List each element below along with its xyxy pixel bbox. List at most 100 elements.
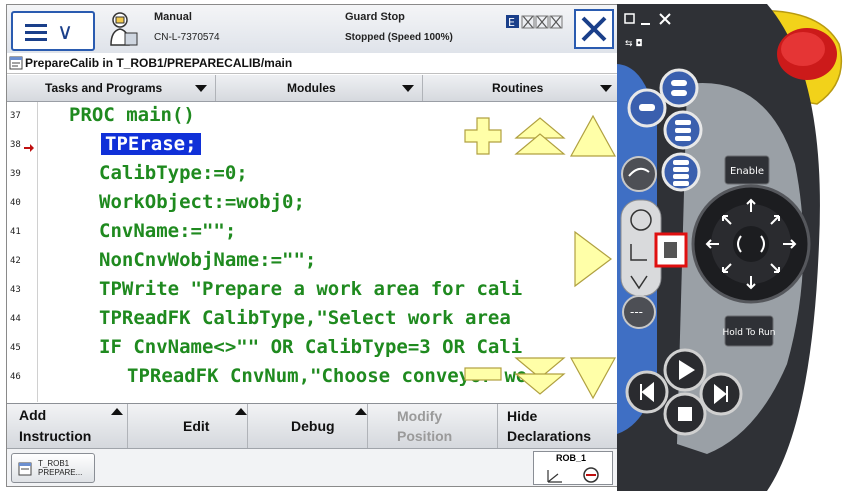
code-text: WorkObject:=wobj0; <box>99 191 305 213</box>
code-line[interactable]: 39 CalibType:=0; <box>7 160 618 189</box>
select-mechanical-unit-key[interactable] <box>621 156 657 192</box>
line-number: 45 <box>10 343 21 353</box>
modules-label: Modules <box>287 81 336 95</box>
line-number: 41 <box>10 227 21 237</box>
line-number: 44 <box>10 314 21 324</box>
scroll-right-icon[interactable] <box>573 230 613 288</box>
taskbar-item-program-editor[interactable]: T_ROB1 PREPARE... <box>11 453 95 483</box>
breadcrumb-text: PrepareCalib in T_ROB1/PREPARECALIB/main <box>25 56 293 70</box>
svg-text:⇆ ◘: ⇆ ◘ <box>625 39 643 49</box>
controller-id: CN-L-7370574 <box>154 32 220 43</box>
menu-icon <box>25 24 47 45</box>
routines-label: Routines <box>492 81 544 95</box>
add-instruction-label-1: Add <box>19 407 47 423</box>
programmable-key-1[interactable] <box>627 88 667 128</box>
line-number: 43 <box>10 285 21 295</box>
operating-mode: Manual <box>154 11 192 23</box>
line-number: 37 <box>10 111 21 121</box>
line-number: 40 <box>10 198 21 208</box>
code-line[interactable]: 44 TPReadFK CalibType,"Select work area <box>7 305 618 334</box>
flexpendant-screen: ∨ Manual CN-L-7370574 Guard Stop Stopped… <box>6 4 619 487</box>
modify-position-label-2: Position <box>397 428 453 444</box>
zoom-in-icon[interactable] <box>463 116 503 156</box>
menu-up-arrow-icon <box>235 408 247 415</box>
menu-up-arrow-icon <box>355 408 367 415</box>
add-instruction-button[interactable]: Add Instruction <box>7 404 128 448</box>
edit-button[interactable]: Edit <box>127 404 248 448</box>
code-text: CalibType:=0; <box>99 162 248 184</box>
code-text: NonCnvWobjName:=""; <box>99 249 317 271</box>
abb-menu-button[interactable]: ∨ <box>11 11 95 51</box>
selected-code-text: TPErase; <box>101 133 201 155</box>
start-button[interactable] <box>663 348 707 392</box>
task-name: T_ROB1 <box>38 459 70 468</box>
coordinate-system-icon <box>547 467 599 483</box>
program-editor-icon <box>9 56 23 70</box>
emergency-stop-button[interactable] <box>777 28 837 80</box>
code-text: TPReadFK CalibType,"Select work area <box>99 307 511 329</box>
zoom-out-icon[interactable] <box>463 360 503 388</box>
module-name: PREPARE... <box>38 468 83 477</box>
navigation-dropdowns: Tasks and Programs Modules Routines <box>7 75 618 102</box>
code-text: TPWrite "Prepare a work area for cali <box>99 278 523 300</box>
code-text: IF CnvName<>"" OR CalibType=3 OR Cali <box>99 336 523 358</box>
enable-label: Enable <box>730 166 764 177</box>
edit-label: Edit <box>183 418 210 434</box>
debug-button[interactable]: Debug <box>247 404 368 448</box>
line-number: 42 <box>10 256 21 266</box>
scroll-down-icon[interactable] <box>569 356 617 400</box>
menu-up-arrow-icon <box>111 408 123 415</box>
stop-button[interactable] <box>663 392 707 436</box>
scroll-up-icon[interactable] <box>569 114 617 158</box>
tasks-and-programs-dropdown[interactable]: Tasks and Programs <box>7 75 216 101</box>
taskbar: T_ROB1 PREPARE... ROB_1 <box>7 448 618 486</box>
hide-declarations-label-2: Declarations <box>507 428 592 444</box>
program-editor-menu: Add Instruction Edit Debug Modify Positi… <box>7 403 618 448</box>
robot-operator-icon <box>110 12 138 46</box>
mechanical-unit-label: ROB_1 <box>556 453 587 463</box>
step-backward-button[interactable] <box>625 370 669 414</box>
line-number: 39 <box>10 169 21 179</box>
code-line[interactable]: 41 CnvName:=""; <box>7 218 618 247</box>
routines-dropdown[interactable]: Routines <box>422 75 618 101</box>
modify-position-button[interactable]: Modify Position <box>367 404 498 448</box>
line-number: 38 <box>10 140 21 150</box>
code-text: CnvName:=""; <box>99 220 237 242</box>
code-line[interactable]: 40 WorkObject:=wobj0; <box>7 189 618 218</box>
modules-dropdown[interactable]: Modules <box>215 75 423 101</box>
quickset-mechanical-unit-button[interactable]: ROB_1 <box>533 451 613 485</box>
svg-text:E: E <box>508 16 515 29</box>
program-state: Stopped (Speed 100%) <box>345 32 453 43</box>
key-icon <box>664 242 677 258</box>
code-line[interactable]: 43 TPWrite "Prepare a work area for cali <box>7 276 618 305</box>
chevron-down-icon: ∨ <box>57 19 74 44</box>
dropdown-arrow-icon <box>600 85 612 92</box>
program-pointer-arrow-icon <box>24 144 34 152</box>
modify-position-label-1: Modify <box>397 408 443 424</box>
hide-declarations-label-1: Hide <box>507 408 538 424</box>
add-instruction-label-2: Instruction <box>19 428 92 444</box>
scroll-page-up-icon[interactable] <box>514 116 566 156</box>
increment-key[interactable]: --- <box>622 295 656 329</box>
hold-to-run-label: Hold To Run <box>723 328 776 338</box>
dropdown-arrow-icon <box>402 85 414 92</box>
code-line[interactable]: 42 NonCnvWobjName:=""; <box>7 247 618 276</box>
close-window-button[interactable] <box>574 9 614 49</box>
hide-declarations-button[interactable]: Hide Declarations <box>497 404 618 448</box>
guard-status: Guard Stop <box>345 11 405 23</box>
joystick[interactable] <box>691 184 811 304</box>
code-editor[interactable]: 37 PROC main() 38 TPErase; 39 CalibType:… <box>7 102 618 402</box>
motor-status-icons: E <box>506 15 563 29</box>
programmable-key-3[interactable] <box>663 110 703 150</box>
step-forward-button[interactable] <box>699 372 743 416</box>
programmable-key-2[interactable] <box>659 68 699 108</box>
debug-label: Debug <box>291 418 335 434</box>
line-number: 46 <box>10 372 21 382</box>
status-header: ∨ Manual CN-L-7370574 Guard Stop Stopped… <box>7 5 618 54</box>
dropdown-arrow-icon <box>195 85 207 92</box>
program-editor-icon <box>18 462 32 476</box>
programmable-key-4[interactable] <box>661 152 701 192</box>
code-text: PROC main() <box>69 104 195 126</box>
close-icon <box>581 16 607 42</box>
scroll-page-down-icon[interactable] <box>514 356 566 396</box>
